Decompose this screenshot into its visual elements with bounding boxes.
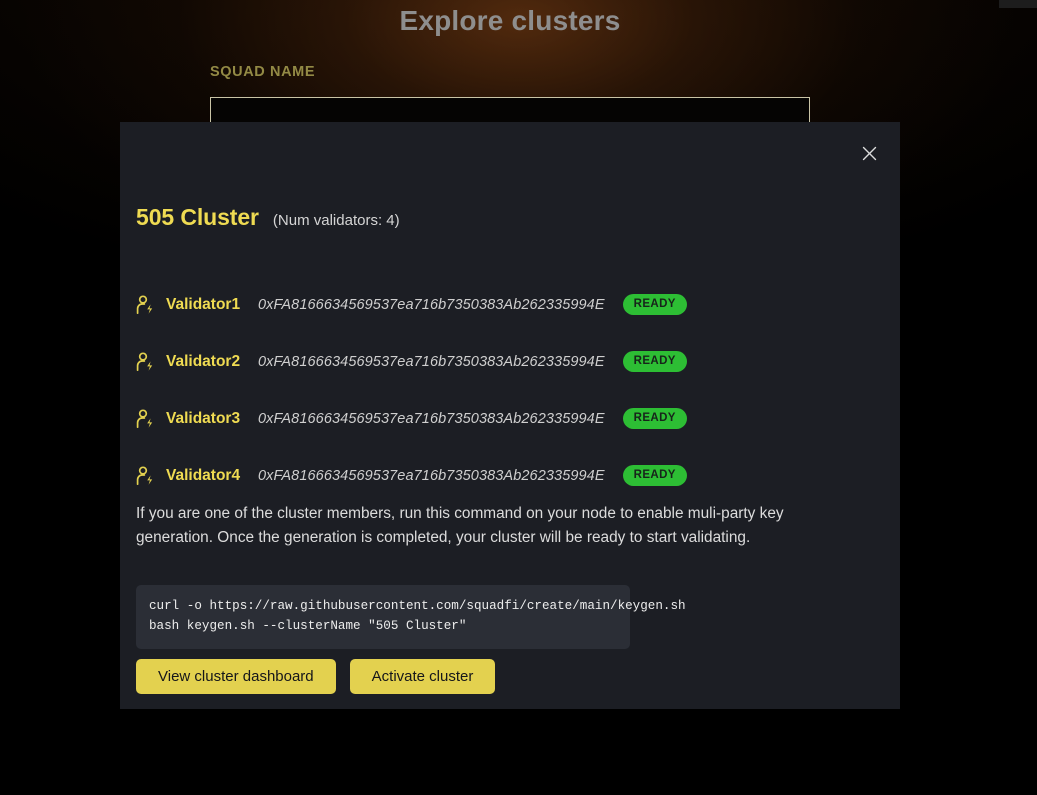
validator-address: 0xFA8166634569537ea716b7350383Ab26233599… bbox=[258, 467, 605, 484]
code-line: bash keygen.sh --clusterName "505 Cluste… bbox=[149, 619, 467, 634]
status-badge: READY bbox=[622, 408, 687, 429]
close-icon[interactable] bbox=[854, 138, 884, 168]
modal-actions: View cluster dashboard Activate cluster bbox=[136, 659, 496, 694]
status-badge: READY bbox=[622, 465, 687, 486]
validator-name: Validator3 bbox=[166, 409, 241, 427]
validator-row[interactable]: Validator4 0xFA8166634569537ea716b735038… bbox=[136, 447, 836, 504]
validator-address: 0xFA8166634569537ea716b7350383Ab26233599… bbox=[258, 410, 605, 427]
activate-cluster-button[interactable]: Activate cluster bbox=[349, 659, 496, 694]
status-badge: READY bbox=[622, 294, 687, 315]
validator-address: 0xFA8166634569537ea716b7350383Ab26233599… bbox=[258, 353, 605, 370]
validator-row[interactable]: Validator3 0xFA8166634569537ea716b735038… bbox=[136, 390, 836, 447]
validator-name: Validator1 bbox=[166, 295, 241, 313]
modal-description: If you are one of the cluster members, r… bbox=[136, 505, 784, 547]
cluster-header: 505 Cluster (Num validators: 4) bbox=[136, 204, 400, 231]
validator-list: Validator1 0xFA8166634569537ea716b735038… bbox=[136, 276, 836, 504]
cluster-title: 505 Cluster bbox=[136, 204, 259, 230]
validator-name: Validator2 bbox=[166, 352, 241, 370]
keygen-command-block[interactable]: curl -o https://raw.githubusercontent.co… bbox=[136, 585, 686, 649]
validator-name: Validator4 bbox=[166, 466, 241, 484]
validator-row[interactable]: Validator2 0xFA8166634569537ea716b735038… bbox=[136, 333, 836, 390]
user-lightning-icon bbox=[136, 294, 166, 315]
validator-address: 0xFA8166634569537ea716b7350383Ab26233599… bbox=[258, 296, 605, 313]
cluster-validator-count: (Num validators: 4) bbox=[272, 212, 400, 229]
user-lightning-icon bbox=[136, 465, 166, 486]
code-line: curl -o https://raw.githubusercontent.co… bbox=[149, 599, 686, 613]
user-lightning-icon bbox=[136, 351, 166, 372]
page-title: Explore clusters bbox=[399, 5, 621, 36]
validator-row[interactable]: Validator1 0xFA8166634569537ea716b735038… bbox=[136, 276, 836, 333]
cluster-details-modal: 505 Cluster (Num validators: 4) Validato… bbox=[120, 122, 900, 709]
status-badge: READY bbox=[622, 351, 687, 372]
view-cluster-dashboard-button[interactable]: View cluster dashboard bbox=[136, 659, 336, 694]
user-lightning-icon bbox=[136, 408, 166, 429]
squad-name-label: SQUAD NAME bbox=[210, 64, 316, 80]
